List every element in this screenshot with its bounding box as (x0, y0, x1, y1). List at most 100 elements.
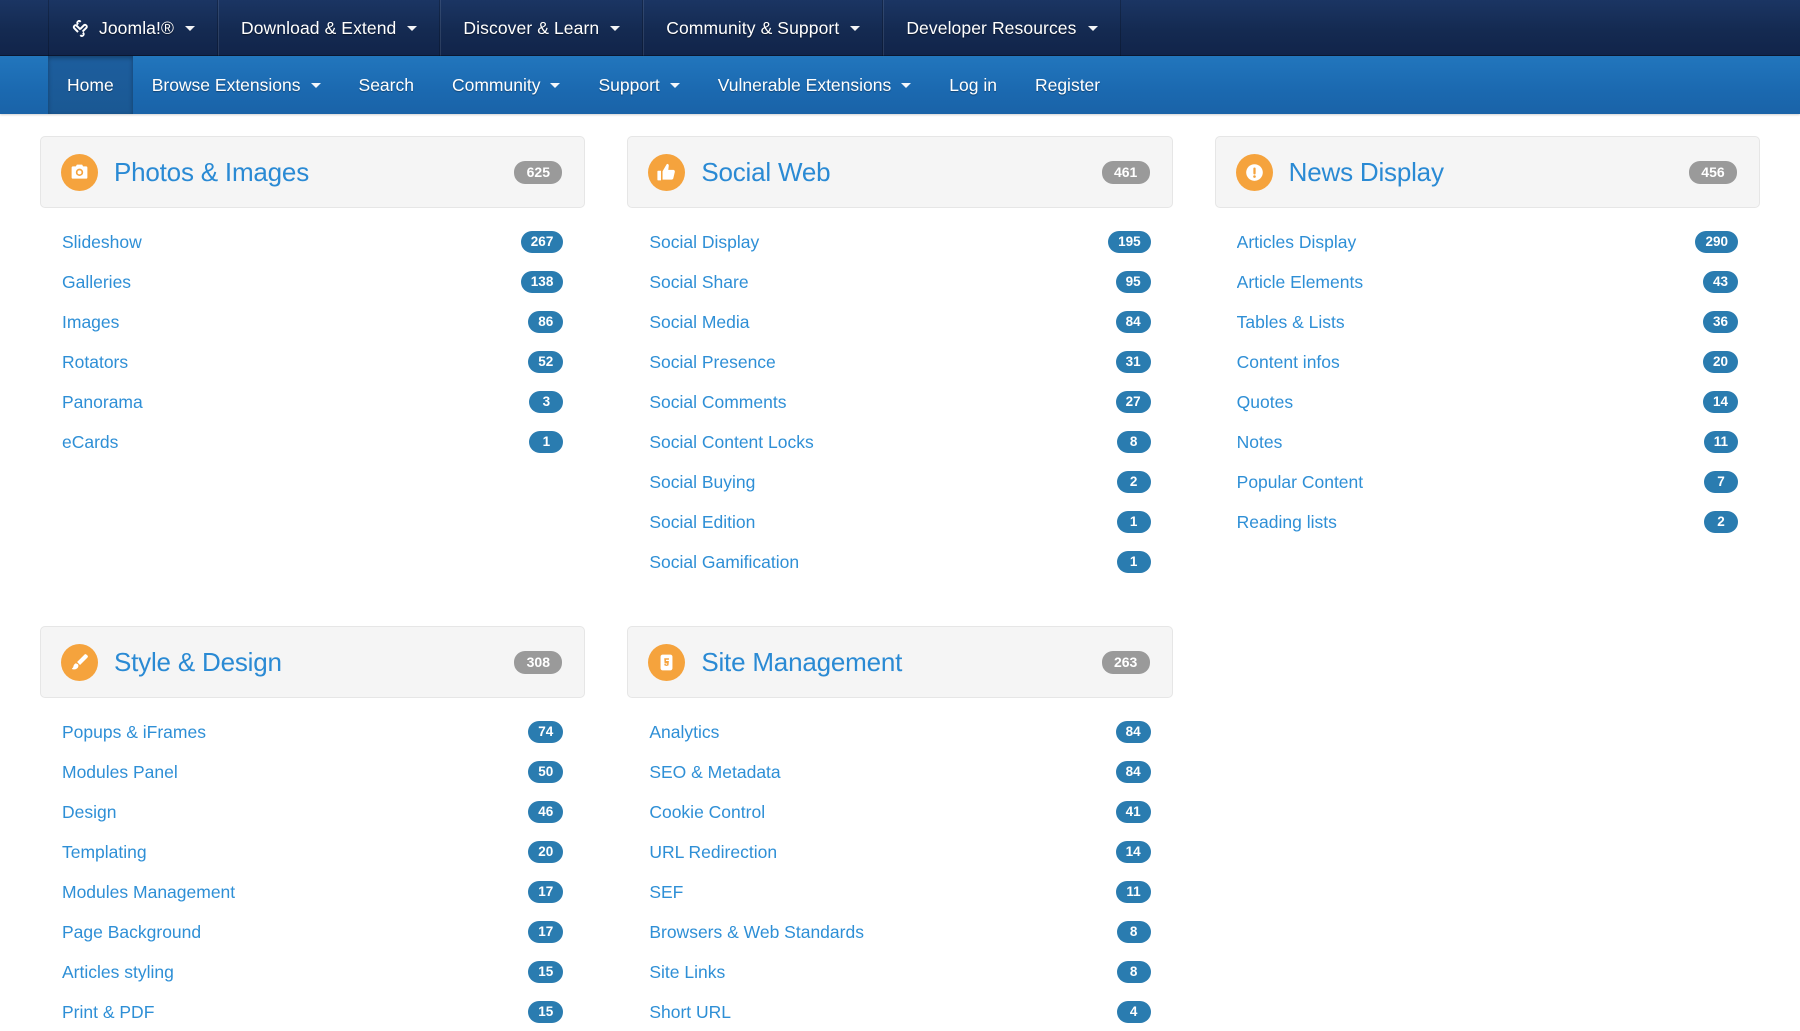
nav-item-community[interactable]: Community (433, 56, 580, 114)
category-total-badge: 456 (1689, 161, 1737, 184)
subcategory-row: Images86 (40, 302, 585, 342)
subcategory-link[interactable]: Galleries (62, 272, 521, 293)
subcategory-list: Analytics84SEO & Metadata84Cookie Contro… (627, 698, 1172, 1031)
subcategory-link[interactable]: Modules Panel (62, 762, 528, 783)
category-card-header[interactable]: Style & Design308 (40, 626, 585, 698)
subcategory-link[interactable]: Reading lists (1237, 512, 1704, 533)
subcategory-row: Galleries138 (40, 262, 585, 302)
category-title[interactable]: News Display (1289, 157, 1673, 188)
topbar-item-joomla[interactable]: Joomla!® (48, 0, 218, 56)
subcategory-row: SEO & Metadata84 (627, 752, 1172, 792)
subcategory-link[interactable]: eCards (62, 432, 529, 453)
subcategory-count-badge: 17 (528, 921, 563, 944)
topbar-item-label: Download & Extend (241, 18, 396, 39)
subcategory-link[interactable]: Design (62, 802, 528, 823)
category-title[interactable]: Style & Design (114, 647, 498, 678)
subcategory-link[interactable]: Social Gamification (649, 552, 1116, 573)
subcategory-count-badge: 27 (1116, 391, 1151, 414)
nav-item-log-in[interactable]: Log in (930, 56, 1016, 114)
subcategory-link[interactable]: Content infos (1237, 352, 1703, 373)
subcategory-count-badge: 50 (528, 761, 563, 784)
subcategory-count-badge: 84 (1116, 311, 1151, 334)
subcategory-link[interactable]: Popular Content (1237, 472, 1704, 493)
subcategory-count-badge: 17 (528, 881, 563, 904)
subcategory-link[interactable]: Rotators (62, 352, 528, 373)
subcategory-link[interactable]: Social Comments (649, 392, 1115, 413)
subcategory-link[interactable]: Panorama (62, 392, 529, 413)
category-card-header[interactable]: News Display 456 (1215, 136, 1760, 208)
subcategory-list: Popups & iFrames74Modules Panel50Design4… (40, 698, 585, 1031)
subcategory-row: Tables & Lists36 (1215, 302, 1760, 342)
subcategory-link[interactable]: Social Media (649, 312, 1115, 333)
subcategory-link[interactable]: SEO & Metadata (649, 762, 1115, 783)
subcategory-count-badge: 8 (1117, 961, 1151, 984)
category-title[interactable]: Photos & Images (114, 157, 498, 188)
subcategory-link[interactable]: Cookie Control (649, 802, 1115, 823)
topbar-item-community-support[interactable]: Community & Support (643, 0, 883, 56)
subcategory-link[interactable]: Images (62, 312, 528, 333)
subcategory-link[interactable]: Social Presence (649, 352, 1115, 373)
subcategory-count-badge: 195 (1108, 231, 1151, 254)
nav-item-label: Search (359, 75, 414, 96)
subcategory-link[interactable]: Social Edition (649, 512, 1116, 533)
subcategory-link[interactable]: Article Elements (1237, 272, 1703, 293)
nav-item-search[interactable]: Search (340, 56, 433, 114)
nav-item-vulnerable-extensions[interactable]: Vulnerable Extensions (699, 56, 931, 114)
subcategory-link[interactable]: Articles styling (62, 962, 528, 983)
topbar-item-discover-learn[interactable]: Discover & Learn (440, 0, 643, 56)
nav-item-label: Register (1035, 75, 1100, 96)
subcategory-link[interactable]: Page Background (62, 922, 528, 943)
category-card-header[interactable]: Site Management263 (627, 626, 1172, 698)
topbar-item-label: Discover & Learn (463, 18, 599, 39)
subcategory-link[interactable]: Analytics (649, 722, 1115, 743)
subcategory-count-badge: 3 (529, 391, 563, 414)
subcategory-link[interactable]: Popups & iFrames (62, 722, 528, 743)
category-title[interactable]: Site Management (701, 647, 1085, 678)
subcategory-count-badge: 290 (1695, 231, 1738, 254)
subcategory-link[interactable]: Modules Management (62, 882, 528, 903)
subcategory-count-badge: 11 (1116, 881, 1150, 904)
topbar-item-download-extend[interactable]: Download & Extend (218, 0, 440, 56)
subcategory-link[interactable]: Short URL (649, 1002, 1116, 1023)
chevron-down-icon (1088, 26, 1098, 31)
chevron-down-icon (550, 83, 560, 88)
nav-item-browse-extensions[interactable]: Browse Extensions (133, 56, 340, 114)
subcategory-link[interactable]: Browsers & Web Standards (649, 922, 1116, 943)
html5-box-icon (648, 644, 685, 681)
subcategory-link[interactable]: Social Display (649, 232, 1108, 253)
subcategory-link[interactable]: Social Share (649, 272, 1115, 293)
subcategory-link[interactable]: URL Redirection (649, 842, 1115, 863)
topbar-item-developer-resources[interactable]: Developer Resources (883, 0, 1120, 56)
subcategory-link[interactable]: Notes (1237, 432, 1704, 453)
nav-item-label: Community (452, 75, 541, 96)
paintbrush-icon (61, 644, 98, 681)
subcategory-count-badge: 74 (528, 721, 563, 744)
subcategory-count-badge: 43 (1703, 271, 1738, 294)
subcategory-link[interactable]: Slideshow (62, 232, 521, 253)
thumbs-up-icon (648, 154, 685, 191)
subcategory-link[interactable]: Templating (62, 842, 528, 863)
subcategory-row: Social Display195 (627, 222, 1172, 262)
category-card-header[interactable]: Photos & Images625 (40, 136, 585, 208)
subcategory-row: Notes11 (1215, 422, 1760, 462)
nav-item-register[interactable]: Register (1016, 56, 1119, 114)
subcategory-row: Social Gamification1 (627, 542, 1172, 582)
subcategory-count-badge: 14 (1703, 391, 1738, 414)
subcategory-link[interactable]: Articles Display (1237, 232, 1696, 253)
subcategory-link[interactable]: Quotes (1237, 392, 1703, 413)
subcategory-link[interactable]: Print & PDF (62, 1002, 528, 1023)
subcategory-link[interactable]: Social Buying (649, 472, 1116, 493)
subcategory-link[interactable]: Site Links (649, 962, 1116, 983)
category-title[interactable]: Social Web (701, 157, 1085, 188)
nav-item-support[interactable]: Support (579, 56, 698, 114)
subcategory-count-badge: 2 (1704, 511, 1738, 534)
subcategory-list: Slideshow267Galleries138Images86Rotators… (40, 208, 585, 462)
nav-item-home[interactable]: Home (48, 56, 133, 114)
category-card-header[interactable]: Social Web 461 (627, 136, 1172, 208)
category-total-badge: 461 (1102, 161, 1150, 184)
subcategory-row: Rotators52 (40, 342, 585, 382)
subcategory-link[interactable]: Social Content Locks (649, 432, 1116, 453)
subcategory-link[interactable]: SEF (649, 882, 1116, 903)
subcategory-row: Articles Display290 (1215, 222, 1760, 262)
subcategory-link[interactable]: Tables & Lists (1237, 312, 1703, 333)
